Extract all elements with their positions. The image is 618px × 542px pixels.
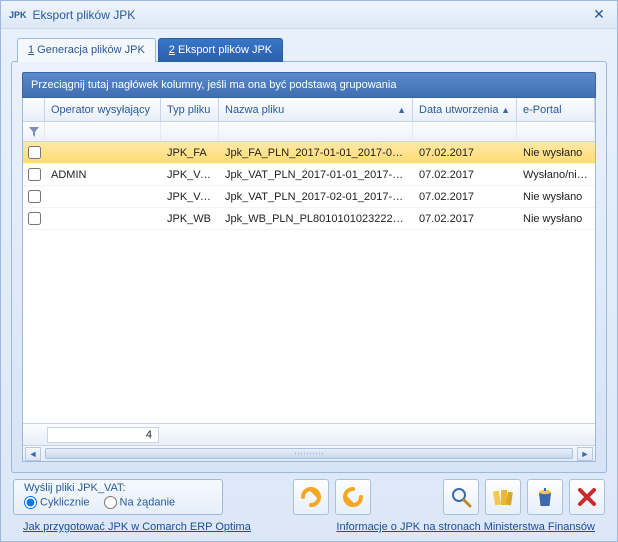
cell-eportal: Wysłano/nie o: [517, 169, 595, 181]
scroll-thumb[interactable]: [45, 448, 573, 459]
row-checkbox[interactable]: [28, 146, 41, 159]
filter-data[interactable]: [413, 122, 517, 141]
filter-nazwa[interactable]: [219, 122, 413, 141]
receive-button[interactable]: [335, 479, 371, 515]
scroll-right-icon[interactable]: ►: [577, 447, 593, 461]
tab-panel: Przeciągnij tutaj nagłówek kolumny, jeśl…: [11, 61, 607, 473]
group-by-bar[interactable]: Przeciągnij tutaj nagłówek kolumny, jeśl…: [22, 72, 596, 98]
tab-strip: 1 Generacja plików JPK 2 Eksport plików …: [17, 37, 607, 61]
cell-data: 07.02.2017: [413, 147, 517, 159]
magnifier-icon: [449, 485, 473, 509]
radio-na-zadanie[interactable]: Na żądanie: [104, 496, 176, 509]
row-count: 4: [47, 427, 159, 443]
cell-operator: ADMIN: [45, 169, 161, 181]
col-operator[interactable]: Operator wysyłający: [45, 98, 161, 121]
grid-filter-row: [23, 122, 595, 142]
filter-typ[interactable]: [161, 122, 219, 141]
radio-na-zadanie-input[interactable]: [104, 496, 117, 509]
cell-nazwa: Jpk_WB_PLN_PL80101010232222222...: [219, 213, 413, 225]
grid-header: Operator wysyłający Typ pliku Nazwa plik…: [23, 98, 595, 122]
data-grid: Operator wysyłający Typ pliku Nazwa plik…: [22, 98, 596, 462]
table-row[interactable]: ADMINJPK_VATJpk_VAT_PLN_2017-01-01_2017-…: [23, 164, 595, 186]
window-title: Eksport plików JPK: [33, 8, 589, 22]
tab-eksport[interactable]: 2 Eksport plików JPK: [158, 38, 283, 62]
cell-typ: JPK_VAT: [161, 169, 219, 181]
titlebar: JPK Eksport plików JPK ✕: [1, 1, 617, 29]
cell-nazwa: Jpk_FA_PLN_2017-01-01_2017-01-31...: [219, 147, 413, 159]
col-data-utworzenia[interactable]: Data utworzenia▲: [413, 98, 517, 121]
cell-nazwa: Jpk_VAT_PLN_2017-02-01_2017-02-28...: [219, 191, 413, 203]
app-icon: JPK: [9, 10, 27, 20]
books-icon: [491, 485, 515, 509]
row-checkbox[interactable]: [28, 190, 41, 203]
row-checkbox[interactable]: [28, 212, 41, 225]
tab-generacja[interactable]: 1 Generacja plików JPK: [17, 38, 156, 62]
filter-eportal[interactable]: [517, 122, 595, 141]
cell-typ: JPK_FA: [161, 147, 219, 159]
cell-eportal: Nie wysłano: [517, 213, 595, 225]
link-how-to-prepare-jpk[interactable]: Jak przygotować JPK w Comarch ERP Optima: [23, 521, 251, 533]
radio-cyklicznie[interactable]: Cyklicznie: [24, 496, 90, 509]
window: JPK Eksport plików JPK ✕ 1 Generacja pli…: [0, 0, 618, 542]
row-checkbox[interactable]: [28, 168, 41, 181]
cell-data: 07.02.2017: [413, 213, 517, 225]
grid-body: JPK_FAJpk_FA_PLN_2017-01-01_2017-01-31..…: [23, 142, 595, 423]
cell-typ: JPK_WB: [161, 213, 219, 225]
receive-icon: [341, 485, 365, 509]
preview-button[interactable]: [443, 479, 479, 515]
tab-label: Generacja plików JPK: [34, 44, 145, 56]
col-e-portal[interactable]: e-Portal: [517, 98, 595, 121]
send-mode-label: Wyślij pliki JPK_VAT:: [24, 482, 212, 494]
filter-operator[interactable]: [45, 122, 161, 141]
tab-label: Eksport plików JPK: [175, 44, 272, 56]
sort-asc-icon: ▲: [397, 105, 406, 115]
send-icon: [299, 485, 323, 509]
trash-icon: [533, 485, 557, 509]
send-button[interactable]: [293, 479, 329, 515]
cell-eportal: Nie wysłano: [517, 191, 595, 203]
grid-footer: 4: [23, 423, 595, 445]
cell-data: 07.02.2017: [413, 169, 517, 181]
close-icon[interactable]: ✕: [589, 5, 609, 25]
cell-typ: JPK_VAT: [161, 191, 219, 203]
bottom-toolbar: Wyślij pliki JPK_VAT: Cyklicznie Na żąda…: [11, 479, 607, 515]
delete-button[interactable]: [527, 479, 563, 515]
link-jpk-ministry-info[interactable]: Informacje o JPK na stronach Ministerstw…: [336, 521, 595, 533]
cell-nazwa: Jpk_VAT_PLN_2017-01-01_2017-01-31...: [219, 169, 413, 181]
col-checkbox[interactable]: [23, 98, 45, 121]
col-nazwa-pliku[interactable]: Nazwa pliku▲: [219, 98, 413, 121]
radio-cyklicznie-input[interactable]: [24, 496, 37, 509]
content: 1 Generacja plików JPK 2 Eksport plików …: [1, 29, 617, 539]
send-mode-group: Wyślij pliki JPK_VAT: Cyklicznie Na żąda…: [13, 479, 223, 515]
table-row[interactable]: JPK_WBJpk_WB_PLN_PL80101010232222222...0…: [23, 208, 595, 230]
col-typ-pliku[interactable]: Typ pliku: [161, 98, 219, 121]
cancel-button[interactable]: [569, 479, 605, 515]
filter-icon[interactable]: [23, 122, 45, 141]
scroll-left-icon[interactable]: ◄: [25, 447, 41, 461]
merge-button[interactable]: [485, 479, 521, 515]
table-row[interactable]: JPK_VATJpk_VAT_PLN_2017-02-01_2017-02-28…: [23, 186, 595, 208]
help-links: Jak przygotować JPK w Comarch ERP Optima…: [11, 515, 607, 533]
horizontal-scrollbar[interactable]: ◄ ►: [23, 445, 595, 461]
table-row[interactable]: JPK_FAJpk_FA_PLN_2017-01-01_2017-01-31..…: [23, 142, 595, 164]
cell-data: 07.02.2017: [413, 191, 517, 203]
x-icon: [575, 485, 599, 509]
cell-eportal: Nie wysłano: [517, 147, 595, 159]
sort-asc-icon: ▲: [501, 105, 510, 115]
